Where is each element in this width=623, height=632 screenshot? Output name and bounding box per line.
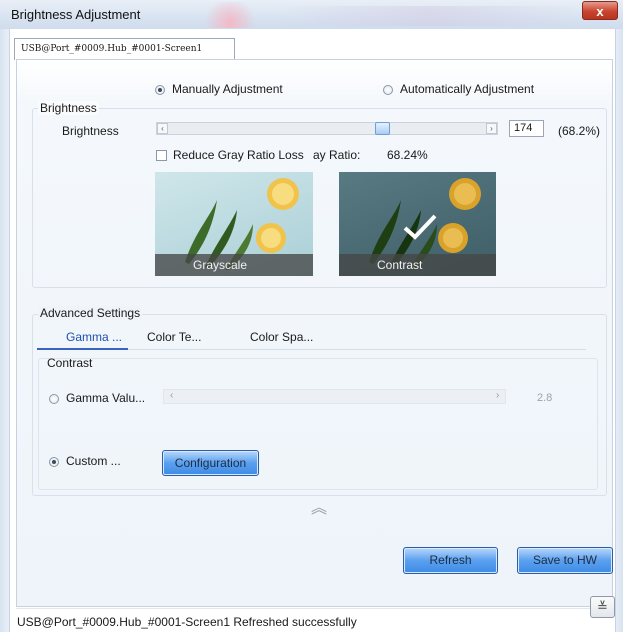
title-decoration — [200, 2, 260, 28]
gamma-slider-track[interactable] — [163, 389, 506, 404]
gray-ratio-value: 68.24% — [387, 148, 428, 162]
tab-active-underline — [37, 348, 128, 350]
gamma-left-arrow-icon[interactable]: ‹ — [170, 390, 173, 401]
automatic-adjustment-radio[interactable] — [383, 85, 393, 95]
window-frame-left — [0, 29, 9, 632]
save-to-hw-button[interactable]: Save to HW — [517, 547, 613, 574]
custom-radio[interactable] — [49, 457, 59, 467]
gamma-right-arrow-icon[interactable]: › — [496, 390, 499, 401]
reduce-gray-checkbox[interactable] — [156, 150, 167, 161]
close-button[interactable]: x — [582, 1, 618, 20]
title-decoration-glow — [280, 6, 580, 26]
contrast-group-title: Contrast — [47, 356, 93, 370]
custom-label[interactable]: Custom ... — [66, 454, 121, 468]
check-icon — [403, 214, 437, 240]
gamma-value-radio[interactable] — [49, 394, 59, 404]
brightness-group-title: Brightness — [38, 101, 99, 115]
slider-left-arrow-icon[interactable]: ‹ — [157, 123, 168, 134]
gamma-value-label[interactable]: Gamma Valu... — [66, 391, 145, 405]
contrast-preview[interactable]: Contrast — [339, 172, 496, 276]
gamma-value: 2.8 — [537, 392, 553, 404]
collapse-icon[interactable]: ︽ — [308, 498, 330, 520]
brightness-value-field[interactable]: 174 — [509, 120, 544, 137]
automatic-adjustment-label[interactable]: Automatically Adjustment — [400, 82, 534, 96]
tab-strip-divider — [128, 349, 586, 350]
expand-log-button[interactable]: ≚ — [590, 596, 615, 618]
tab-color-space[interactable]: Color Spa... — [250, 330, 313, 344]
reduce-gray-label[interactable]: Reduce Gray Ratio Loss — [173, 148, 304, 162]
contrast-group — [38, 358, 598, 490]
brightness-slider-track[interactable] — [156, 122, 498, 135]
manual-adjustment-label[interactable]: Manually Adjustment — [172, 82, 283, 96]
window-title: Brightness Adjustment — [11, 7, 141, 22]
tab-screen1[interactable]: USB@Port_#0009.Hub_#0001-Screen1 — [14, 38, 235, 60]
gray-ratio-label: ay Ratio: — [313, 148, 361, 162]
advanced-settings-title: Advanced Settings — [38, 306, 143, 320]
gamma-slider[interactable]: ‹ › — [163, 389, 506, 404]
brightness-slider-thumb[interactable] — [375, 122, 390, 135]
manual-adjustment-radio[interactable] — [155, 85, 165, 95]
brightness-percent: (68.2%) — [558, 124, 601, 138]
configuration-button[interactable]: Configuration — [162, 450, 259, 476]
contrast-caption: Contrast — [339, 254, 496, 276]
grayscale-preview[interactable]: Grayscale — [155, 172, 313, 276]
status-message: USB@Port_#0009.Hub_#0001-Screen1 Refresh… — [17, 615, 357, 629]
grayscale-caption: Grayscale — [155, 254, 313, 276]
brightness-row-label: Brightness — [62, 124, 119, 138]
slider-right-arrow-icon[interactable]: › — [486, 123, 497, 134]
brightness-slider[interactable]: ‹ › — [156, 122, 498, 135]
refresh-button[interactable]: Refresh — [403, 547, 498, 574]
tab-gamma[interactable]: Gamma ... — [66, 330, 122, 344]
tab-color-temperature[interactable]: Color Te... — [147, 330, 201, 344]
